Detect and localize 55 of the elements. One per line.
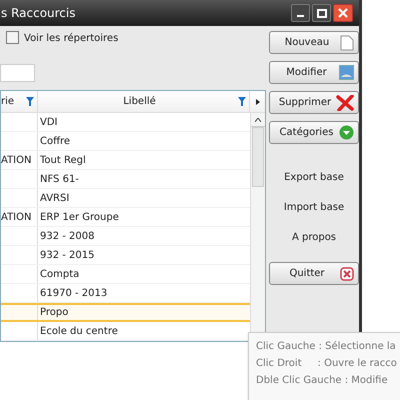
table-cell-text: Tout Regl (40, 154, 86, 168)
menu-link[interactable]: Export base (284, 166, 344, 189)
table-row[interactable]: Compta (1, 265, 250, 284)
window-title: s Raccourcis (0, 5, 76, 22)
minimize-button[interactable] (291, 4, 310, 22)
checkbox[interactable] (6, 31, 19, 44)
close-button[interactable] (333, 4, 353, 22)
filter-icon[interactable] (26, 97, 34, 106)
table-cell-text: ATION (1, 210, 32, 224)
table-cell-text: 932 - 2008 (40, 230, 95, 244)
table-row[interactable]: VDI (1, 113, 250, 132)
table-row[interactable]: 932 - 2015 (1, 246, 250, 265)
document-icon (340, 34, 354, 50)
scroll-right-icon[interactable] (256, 98, 260, 104)
toolbar-button[interactable]: Nouveau (269, 31, 359, 54)
close-icon (340, 266, 354, 280)
scrollbar-thumb[interactable] (252, 127, 264, 187)
filter-icon[interactable] (238, 97, 246, 106)
table-cell-text: Ecole du centre (40, 324, 118, 338)
table-row[interactable]: ATION ERP 1er Groupe (1, 208, 250, 227)
tooltip-line: Clic Gauche : Sélectionne la (256, 340, 397, 354)
scroll-up-icon[interactable] (255, 118, 261, 122)
table-row[interactable]: ATION Tout Regl (1, 151, 250, 170)
close-icon (338, 8, 348, 18)
checkbox-label: Voir les répertoires (24, 32, 118, 46)
menu-link[interactable]: A propos (292, 226, 336, 249)
maximize-button[interactable] (312, 4, 331, 22)
table-row[interactable]: AVRSI (1, 189, 250, 208)
table-cell-text: Propo (40, 306, 68, 320)
table-cell-text: 932 - 2015 (40, 248, 95, 262)
table-cell-text: 61970 - 2013 (40, 286, 108, 300)
delete-icon (336, 94, 354, 110)
tooltip-line: Dble Clic Gauche : Modifie (256, 374, 389, 388)
tooltip-line: Clic Droit : Ouvre le racco (256, 357, 398, 371)
table-row[interactable]: Coffre (1, 132, 250, 151)
column-header[interactable]: rie (1, 91, 38, 112)
scrollbar[interactable] (250, 113, 265, 333)
table-row[interactable]: Propo (1, 303, 250, 322)
toolbar-button[interactable]: Quitter (269, 262, 359, 285)
table-cell-text: VDI (40, 116, 58, 130)
menu-link[interactable]: Import base (284, 196, 344, 219)
table-cell-text: Compta (40, 268, 80, 282)
toolbar-button[interactable]: Supprimer (269, 91, 359, 114)
table-row[interactable]: 932 - 2008 (1, 227, 250, 246)
picture-icon (339, 65, 354, 80)
table-row[interactable]: NFS 61- (1, 170, 250, 189)
column-header[interactable]: Libellé (38, 91, 250, 112)
table-cell-text: Coffre (40, 134, 70, 148)
search-field[interactable] (0, 64, 35, 82)
table-cell-text: AVRSI (40, 192, 70, 206)
toolbar-button[interactable]: Modifier (269, 61, 359, 84)
toolbar-button[interactable]: Catégories (269, 121, 359, 144)
table-cell-text: ATION (1, 154, 32, 168)
table-cell-text: NFS 61- (40, 172, 79, 186)
table-cell-text: ERP 1er Groupe (40, 210, 119, 224)
